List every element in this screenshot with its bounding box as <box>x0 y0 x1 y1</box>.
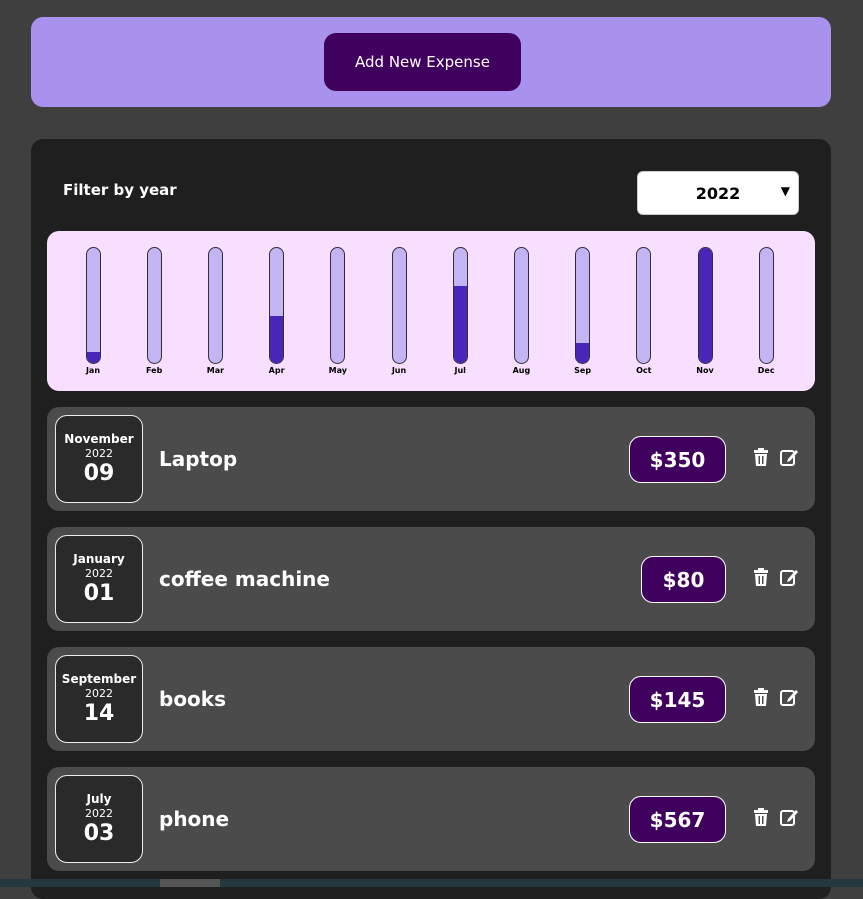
chart-bar-label: May <box>328 366 347 375</box>
year-select[interactable]: 2022 ▼ <box>637 171 799 215</box>
expense-date: January 2022 01 <box>55 535 143 623</box>
chart-bar-sep: Sep <box>563 247 603 375</box>
trash-icon[interactable] <box>751 447 771 467</box>
chart-bar-track <box>452 247 468 364</box>
expenses-panel: Filter by year 2022 ▼ Jan Feb Mar Apr May Jun… <box>31 139 831 899</box>
chart-bar-track <box>269 247 285 364</box>
expense-day: 14 <box>83 701 115 726</box>
expense-title: Laptop <box>159 447 238 471</box>
chart-bar-mar: Mar <box>195 247 235 375</box>
expense-date: September 2022 14 <box>55 655 143 743</box>
chart-bar-label: Mar <box>206 366 225 375</box>
horizontal-scrollbar[interactable] <box>0 879 863 887</box>
chart-bar-feb: Feb <box>134 247 174 375</box>
expense-amount: $145 <box>629 676 726 723</box>
selected-year: 2022 <box>695 183 741 203</box>
chart-bar-fill <box>698 248 712 363</box>
chart-bar-label: Dec <box>757 366 775 375</box>
chart-bar-label: Aug <box>512 366 531 375</box>
chart-bar-apr: Apr <box>257 247 297 375</box>
chart-bar-track <box>146 247 162 364</box>
chart-bar-fill <box>576 343 590 363</box>
expense-title: books <box>159 687 227 711</box>
chart-bar-track <box>575 247 591 364</box>
expense-date: July 2022 03 <box>55 775 143 863</box>
chart-bar-track <box>697 247 713 364</box>
chart-bar-label: Nov <box>696 366 714 375</box>
chart-bar-jan: Jan <box>73 247 113 375</box>
chart-bar-label: Jan <box>85 366 101 375</box>
chart-bar-track <box>391 247 407 364</box>
expense-title: coffee machine <box>159 567 330 591</box>
expense-month: November <box>64 432 134 446</box>
edit-icon[interactable] <box>779 567 799 587</box>
chart-bar-label: Jun <box>391 366 407 375</box>
chart-bar-track <box>636 247 652 364</box>
chart-bar-label: Oct <box>636 366 652 375</box>
scrollbar-thumb[interactable] <box>160 879 220 887</box>
chart-bar-jul: Jul <box>440 247 480 375</box>
filter-label: Filter by year <box>63 181 177 199</box>
chart-bar-label: Sep <box>574 366 592 375</box>
expense-day: 03 <box>83 821 115 846</box>
chevron-down-icon: ▼ <box>780 184 790 198</box>
edit-icon[interactable] <box>779 807 799 827</box>
chart-bar-track <box>207 247 223 364</box>
expense-month: July <box>86 792 112 806</box>
expenses-chart: Jan Feb Mar Apr May Jun Jul Aug Sep Oct Nov Dec <box>47 231 815 391</box>
new-expense-panel: Add New Expense <box>31 17 831 107</box>
expense-amount: $567 <box>629 796 726 843</box>
edit-icon[interactable] <box>779 687 799 707</box>
chart-bar-track <box>513 247 529 364</box>
expense-year: 2022 <box>85 687 113 700</box>
expense-amount: $80 <box>641 556 726 603</box>
chart-bar-track <box>330 247 346 364</box>
chart-bar-track <box>758 247 774 364</box>
trash-icon[interactable] <box>751 807 771 827</box>
expense-month: September <box>61 672 137 686</box>
chart-bar-label: Jul <box>454 366 466 375</box>
trash-icon[interactable] <box>751 687 771 707</box>
trash-icon[interactable] <box>751 567 771 587</box>
chart-bar-fill <box>270 315 284 363</box>
expense-item: January 2022 01 coffee machine $80 <box>47 527 815 631</box>
chart-bar-label: Apr <box>268 366 285 375</box>
expense-title: phone <box>159 807 230 831</box>
expense-item: July 2022 03 phone $567 <box>47 767 815 871</box>
chart-bar-dec: Dec <box>746 247 786 375</box>
chart-bar-nov: Nov <box>685 247 725 375</box>
chart-bar-oct: Oct <box>624 247 664 375</box>
chart-bar-aug: Aug <box>501 247 541 375</box>
add-new-expense-button[interactable]: Add New Expense <box>324 33 521 91</box>
chart-bar-label: Feb <box>146 366 163 375</box>
edit-icon[interactable] <box>779 447 799 467</box>
expense-year: 2022 <box>85 567 113 580</box>
chart-bar-fill <box>453 286 467 363</box>
expense-day: 01 <box>83 581 115 606</box>
expense-date: November 2022 09 <box>55 415 143 503</box>
expense-month: January <box>73 552 125 566</box>
expense-item: November 2022 09 Laptop $350 <box>47 407 815 511</box>
chart-bar-track <box>85 247 101 364</box>
expense-item: September 2022 14 books $145 <box>47 647 815 751</box>
expense-year: 2022 <box>85 807 113 820</box>
expense-day: 09 <box>83 461 115 486</box>
expense-amount: $350 <box>629 436 726 483</box>
chart-bar-may: May <box>318 247 358 375</box>
expense-year: 2022 <box>85 447 113 460</box>
chart-bar-jun: Jun <box>379 247 419 375</box>
chart-bar-fill <box>86 352 100 363</box>
